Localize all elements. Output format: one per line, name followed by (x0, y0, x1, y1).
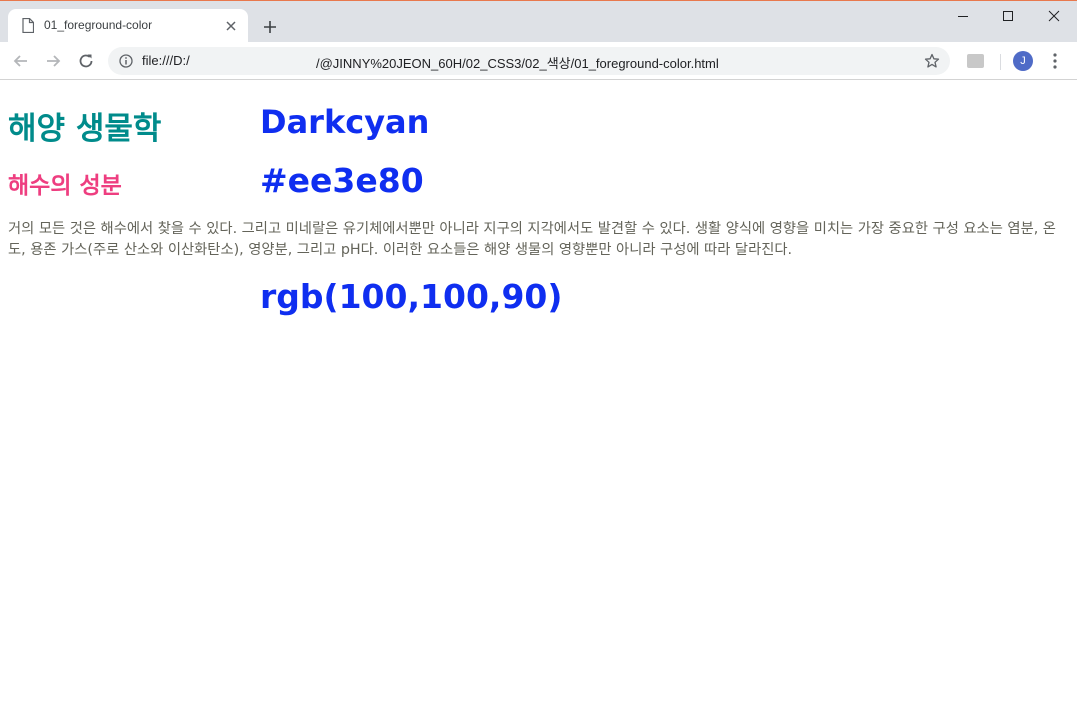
star-icon[interactable] (924, 53, 940, 69)
url-scheme: file:///D:/ (142, 53, 190, 68)
address-bar[interactable]: file:///D:/ /@JINNY%20JEON_60H/02_CSS3/0… (108, 47, 950, 75)
tab-strip: 01_foreground-color (0, 1, 1077, 43)
window-minimize-button[interactable] (940, 2, 986, 30)
window-close-button[interactable] (1031, 2, 1077, 30)
maximize-icon (1003, 11, 1013, 21)
extension-icon[interactable] (967, 54, 984, 68)
kebab-menu-icon[interactable] (1050, 52, 1060, 70)
toolbar-divider (1000, 54, 1001, 70)
arrow-left-icon[interactable] (11, 51, 31, 71)
tab-title: 01_foreground-color (44, 18, 153, 32)
heading-seawater-components: 해수의 성분 (8, 173, 122, 199)
url-path: /@JINNY%20JEON_60H/02_CSS3/02_색상/01_fore… (316, 56, 719, 71)
tab-active[interactable]: 01_foreground-color (8, 9, 248, 43)
color-label-darkcyan: Darkcyan (260, 103, 430, 141)
reload-icon[interactable] (76, 51, 96, 71)
page-content: 해양 생물학 해수의 성분 거의 모든 것은 해수에서 찾을 수 있다. 그리고… (0, 81, 1077, 724)
color-label-hex: #ee3e80 (260, 161, 424, 200)
window-maximize-button[interactable] (985, 2, 1031, 30)
paragraph: 거의 모든 것은 해수에서 찾을 수 있다. 그리고 미네랄은 유기체에서뿐만 … (8, 221, 1056, 258)
close-window-icon (1048, 10, 1060, 22)
close-icon[interactable] (224, 19, 238, 33)
heading-marine-biology: 해양 생물학 (8, 111, 162, 147)
arrow-right-icon[interactable] (43, 51, 63, 71)
plus-icon[interactable] (262, 19, 278, 35)
page-icon (22, 18, 34, 33)
avatar[interactable]: J (1013, 51, 1033, 71)
minimize-icon (958, 16, 968, 17)
browser-toolbar: file:///D:/ /@JINNY%20JEON_60H/02_CSS3/0… (0, 42, 1077, 80)
color-label-rgb: rgb(100,100,90) (260, 277, 563, 316)
info-icon[interactable] (119, 54, 133, 68)
